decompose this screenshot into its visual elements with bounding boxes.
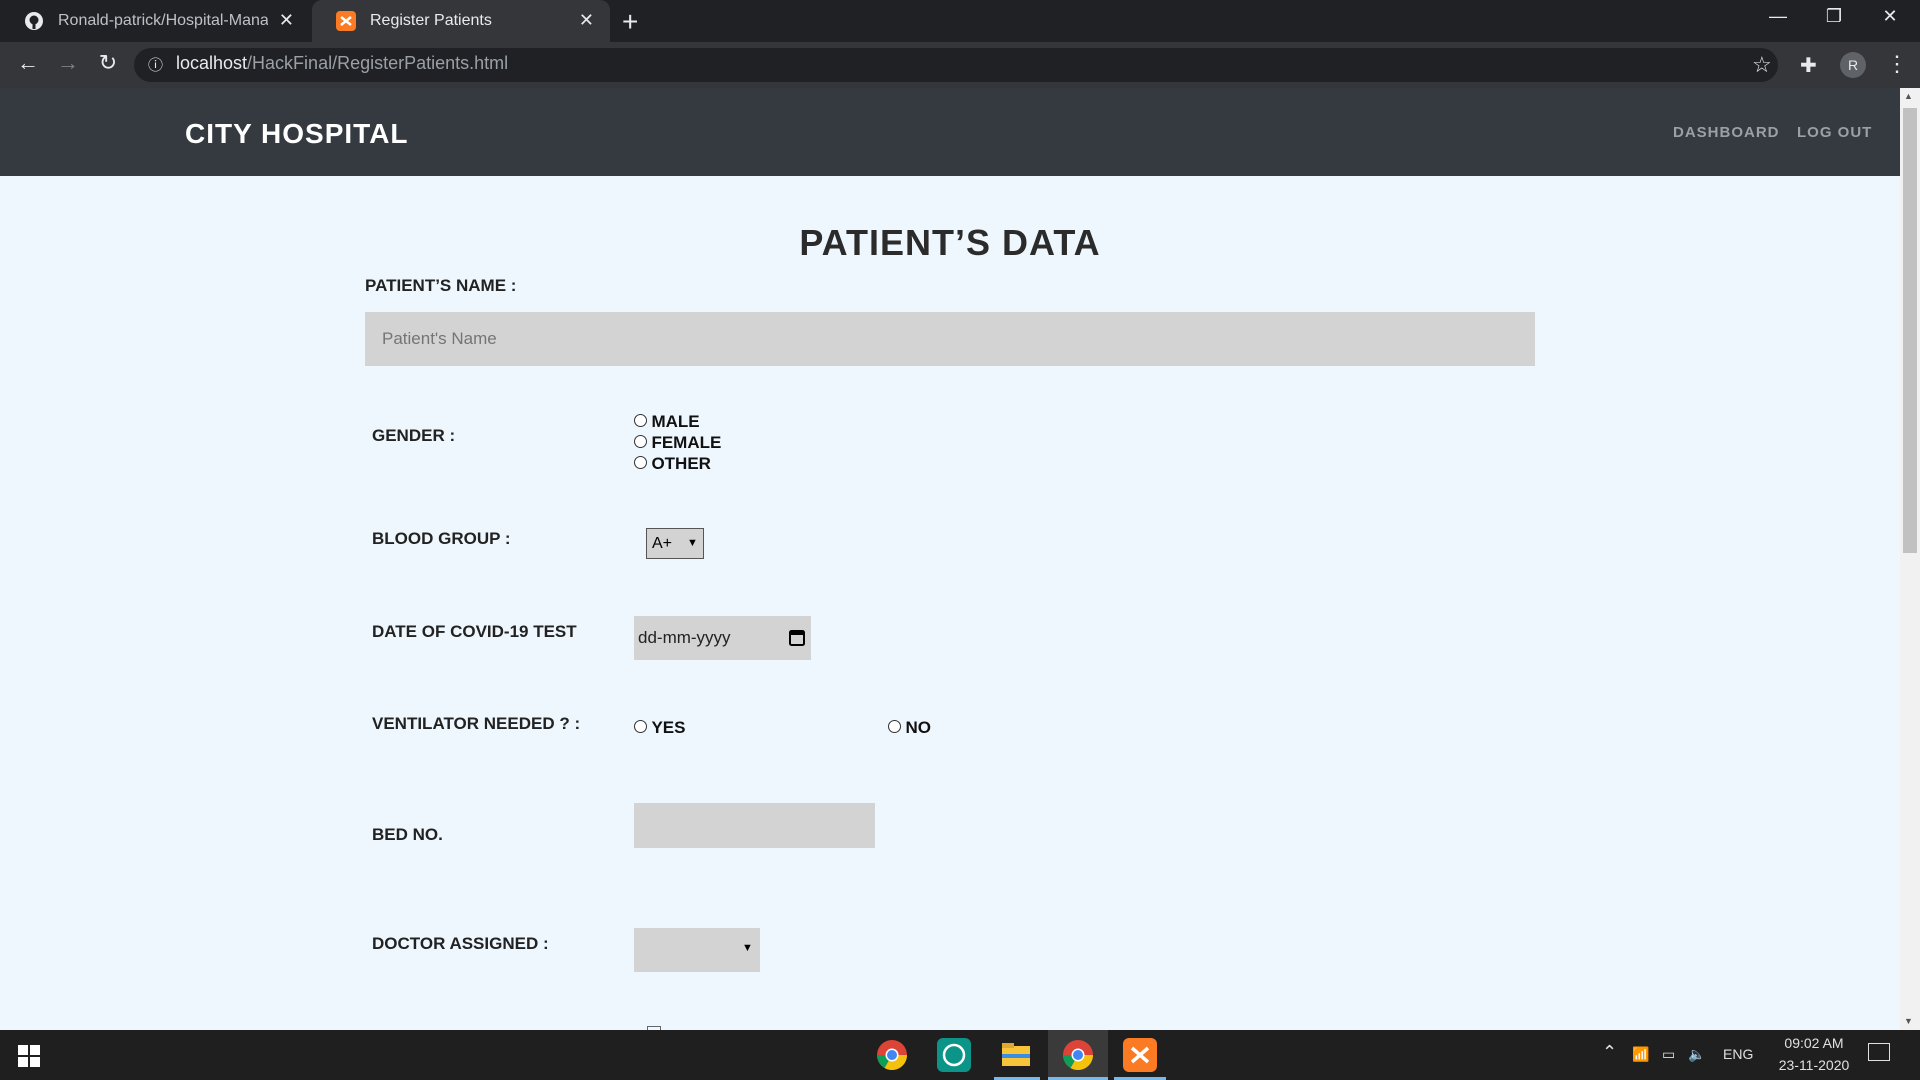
page-title: PATIENT’S DATA <box>799 222 1101 263</box>
covid-test-date-input[interactable]: dd-mm-yyyy <box>634 616 811 660</box>
scroll-up-icon[interactable]: ▲ <box>1904 91 1913 101</box>
github-icon <box>25 12 43 30</box>
doctor-assigned-select[interactable]: ▼ <box>634 928 760 972</box>
date-placeholder: dd-mm-yyyy <box>638 628 731 647</box>
radio-button[interactable] <box>634 456 647 469</box>
doctor-assigned-label: DOCTOR ASSIGNED : <box>372 934 549 953</box>
menu-icon[interactable]: ⋮ <box>1886 51 1908 77</box>
minimize-icon[interactable]: — <box>1758 6 1798 27</box>
gender-option-male[interactable]: MALE <box>634 412 700 432</box>
url-text[interactable]: localhost/HackFinal/RegisterPatients.htm… <box>176 53 508 74</box>
close-icon[interactable]: ✕ <box>279 10 294 31</box>
ventilator-option-yes[interactable]: YES <box>634 718 685 738</box>
chevron-up-icon[interactable]: ⌃ <box>1602 1042 1617 1063</box>
xampp-icon <box>336 11 356 31</box>
nav-link-logout[interactable]: LOG OUT <box>1797 124 1872 141</box>
gender-label: GENDER : <box>372 426 456 445</box>
gender-option-other[interactable]: OTHER <box>634 454 711 474</box>
blood-group-value: A+ <box>652 535 673 552</box>
clock-date[interactable]: 23-11-2020 <box>1768 1057 1860 1073</box>
bookmark-star-icon[interactable]: ☆ <box>1752 52 1772 78</box>
new-tab-icon[interactable]: + <box>622 6 638 38</box>
extensions-icon[interactable]: ✚ <box>1800 53 1817 78</box>
ventilator-option-no[interactable]: NO <box>888 718 931 738</box>
battery-icon[interactable]: ▭ <box>1662 1046 1675 1063</box>
file-explorer-icon[interactable] <box>999 1038 1033 1072</box>
tab-title: Ronald-patrick/Hospital-Management <box>58 12 268 29</box>
blood-group-select[interactable]: A+ ▼ <box>646 528 704 559</box>
brand-title[interactable]: CITY HOSPITAL <box>185 118 409 150</box>
patient-name-label: PATIENT’S NAME : <box>365 276 517 295</box>
blood-group-label: BLOOD GROUP : <box>372 529 511 548</box>
restore-icon[interactable]: ❐ <box>1814 6 1854 27</box>
radio-button[interactable] <box>634 435 647 448</box>
volume-icon[interactable]: 🔈 <box>1688 1046 1705 1063</box>
windows-start-icon[interactable] <box>18 1045 40 1067</box>
xampp-icon[interactable] <box>1123 1038 1157 1072</box>
patient-name-input[interactable] <box>365 312 1535 366</box>
bed-number-input[interactable] <box>634 803 875 848</box>
tab-github[interactable]: Ronald-patrick/Hospital-Management ✕ <box>0 0 310 42</box>
language-indicator[interactable]: ENG <box>1723 1046 1753 1062</box>
scroll-down-icon[interactable]: ▼ <box>1904 1016 1913 1026</box>
gender-option-female[interactable]: FEMALE <box>634 433 721 453</box>
close-window-icon[interactable]: ✕ <box>1870 6 1910 27</box>
tab-register-patients[interactable]: Register Patients ✕ <box>312 0 610 42</box>
nav-link-dashboard[interactable]: DASHBOARD <box>1673 124 1780 141</box>
info-icon[interactable]: ⓘ <box>148 54 163 75</box>
whatsapp-icon[interactable] <box>937 1038 971 1072</box>
radio-button[interactable] <box>634 720 647 733</box>
covid-test-date-label: DATE OF COVID-19 TEST <box>372 622 577 641</box>
clock-time[interactable]: 09:02 AM <box>1774 1035 1854 1051</box>
notifications-icon[interactable] <box>1868 1043 1890 1061</box>
radio-button[interactable] <box>888 720 901 733</box>
chrome-icon[interactable] <box>1061 1038 1095 1072</box>
ventilator-label: VENTILATOR NEEDED ? : <box>372 714 581 733</box>
chrome-icon[interactable] <box>875 1038 909 1072</box>
reload-icon[interactable]: ↻ <box>92 50 124 76</box>
chevron-down-icon: ▼ <box>687 537 698 549</box>
bed-number-label: BED NO. <box>372 825 443 844</box>
profile-avatar[interactable]: R <box>1840 52 1866 78</box>
calendar-icon[interactable] <box>789 628 805 646</box>
back-icon[interactable]: ← <box>12 50 44 76</box>
chevron-down-icon: ▼ <box>742 942 753 954</box>
forward-icon[interactable]: → <box>52 50 84 76</box>
close-icon[interactable]: ✕ <box>579 10 594 31</box>
radio-button[interactable] <box>634 414 647 427</box>
network-icon[interactable]: 📶 <box>1632 1046 1649 1063</box>
scrollbar-thumb[interactable] <box>1903 108 1917 553</box>
tab-title: Register Patients <box>370 12 492 29</box>
